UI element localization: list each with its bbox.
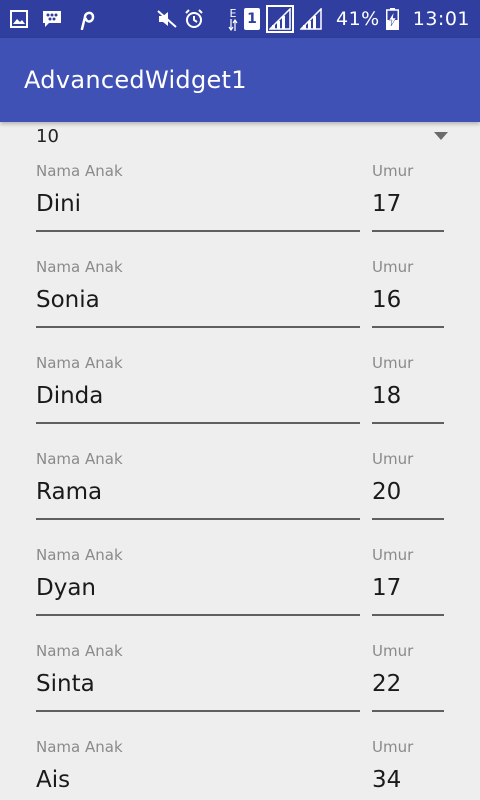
name-underline xyxy=(36,230,360,232)
name-value: Dyan xyxy=(36,575,96,601)
name-value: Dinda xyxy=(36,383,104,409)
list-item: Nama Anak Rama Umur 20 xyxy=(0,450,480,546)
name-underline xyxy=(36,422,360,424)
age-underline xyxy=(372,614,444,616)
age-label: Umur xyxy=(372,546,414,564)
name-label: Nama Anak xyxy=(36,546,123,564)
list-item: Nama Anak Ais Umur 34 xyxy=(0,738,480,800)
age-value: 17 xyxy=(372,191,402,217)
status-bar: E 1 41% 13:01 xyxy=(0,0,480,38)
mute-icon xyxy=(156,9,178,29)
age-underline xyxy=(372,230,444,232)
age-label: Umur xyxy=(372,738,414,756)
count-spinner[interactable]: 10 xyxy=(36,122,450,152)
name-label: Nama Anak xyxy=(36,738,123,756)
name-value: Ais xyxy=(36,767,71,793)
age-underline xyxy=(372,326,444,328)
spinner-selected-value: 10 xyxy=(36,126,59,147)
age-value: 20 xyxy=(372,479,402,505)
pinterest-icon xyxy=(76,8,96,30)
app-bar: AdvancedWidget1 xyxy=(0,38,480,122)
gallery-icon xyxy=(10,10,28,28)
sim-1-icon: 1 xyxy=(244,8,260,30)
name-value: Dini xyxy=(36,191,82,217)
age-label: Umur xyxy=(372,642,414,660)
age-underline xyxy=(372,710,444,712)
name-value: Rama xyxy=(36,479,103,505)
name-value: Sinta xyxy=(36,671,95,697)
bbm-icon xyxy=(42,10,62,28)
age-value: 16 xyxy=(372,287,402,313)
name-value: Sonia xyxy=(36,287,100,313)
name-underline xyxy=(36,518,360,520)
age-value: 18 xyxy=(372,383,402,409)
name-label: Nama Anak xyxy=(36,162,123,180)
list-item: Nama Anak Sinta Umur 22 xyxy=(0,642,480,738)
name-label: Nama Anak xyxy=(36,450,123,468)
signal-1-icon xyxy=(266,5,294,33)
name-underline xyxy=(36,710,360,712)
list-item: Nama Anak Dyan Umur 17 xyxy=(0,546,480,642)
age-value: 17 xyxy=(372,575,402,601)
content-area[interactable]: 10 Nama Anak Dini Umur 17 Nama Anak Soni… xyxy=(0,122,480,800)
name-label: Nama Anak xyxy=(36,642,123,660)
age-value: 22 xyxy=(372,671,402,697)
data-arrows-icon: E xyxy=(228,8,238,31)
name-label: Nama Anak xyxy=(36,258,123,276)
age-label: Umur xyxy=(372,258,414,276)
name-underline xyxy=(36,326,360,328)
age-label: Umur xyxy=(372,162,414,180)
age-underline xyxy=(372,518,444,520)
app-title: AdvancedWidget1 xyxy=(24,66,247,94)
battery-percent: 41% xyxy=(336,8,380,30)
alarm-icon xyxy=(184,9,204,29)
name-label: Nama Anak xyxy=(36,354,123,372)
age-value: 34 xyxy=(372,767,402,793)
age-label: Umur xyxy=(372,450,414,468)
status-time: 13:01 xyxy=(412,8,470,30)
list-item: Nama Anak Dinda Umur 18 xyxy=(0,354,480,450)
name-underline xyxy=(36,614,360,616)
signal-2-icon xyxy=(300,8,322,30)
list-item: Nama Anak Dini Umur 17 xyxy=(0,162,480,258)
list-item: Nama Anak Sonia Umur 16 xyxy=(0,258,480,354)
battery-charging-icon xyxy=(385,8,399,30)
age-underline xyxy=(372,422,444,424)
dropdown-arrow-icon xyxy=(434,132,448,140)
age-label: Umur xyxy=(372,354,414,372)
